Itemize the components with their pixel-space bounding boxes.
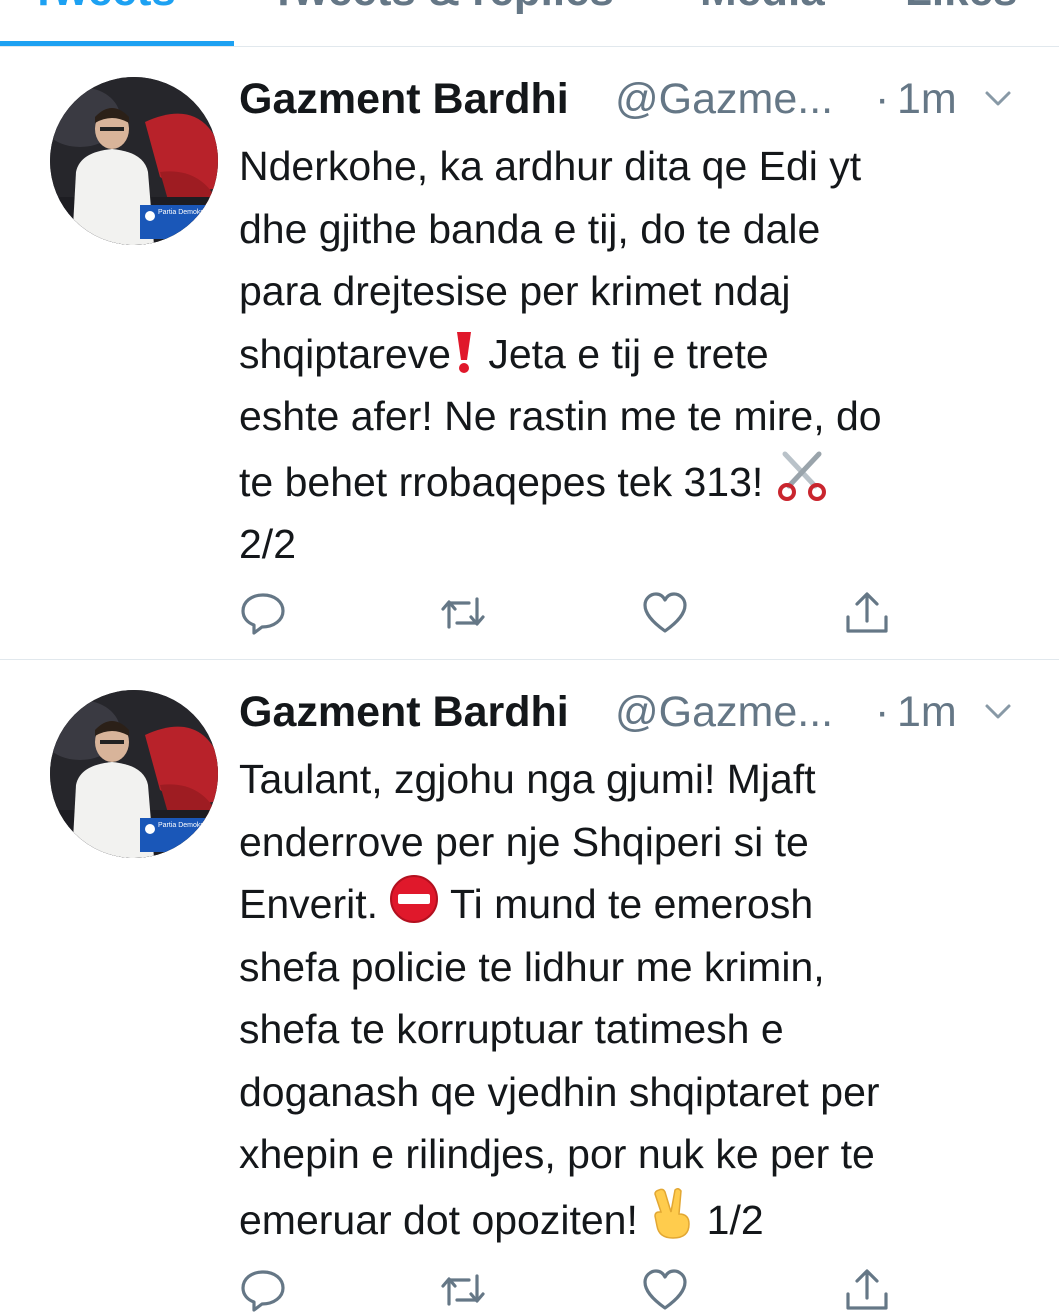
share-icon[interactable] [843,1266,891,1314]
tab-tweets[interactable]: Tweets [30,0,176,16]
separator-dot: · [875,75,890,123]
tweet-timestamp[interactable]: 1m [897,686,957,738]
retweet-icon[interactable] [439,589,487,637]
tweet[interactable]: Partia Demokratike Gazment Bardhi @Gazme… [0,660,1059,1312]
tweet-text: Nderkohe, ka ardhur dita qe Edi yt dhe g… [239,135,1029,576]
chevron-down-icon[interactable] [983,87,1013,111]
tweet-header: Gazment Bardhi @Gazme... · 1m [239,686,1029,742]
tweet-text-part: Ti mund te emerosh shefa policie te lidh… [239,881,880,1243]
avatar-badge-text: Partia Demokratike [158,822,218,829]
tweet-text: Taulant, zgjohu nga gjumi! Mjaft enderro… [239,748,1029,1251]
like-icon[interactable] [641,589,689,637]
tweet-header: Gazment Bardhi @Gazme... · 1m [239,73,1029,129]
profile-tab-bar: Tweets Tweets & replies Media Likes [0,0,1059,47]
author-handle[interactable]: @Gazme... [615,686,833,738]
share-icon[interactable] [843,589,891,637]
tab-media[interactable]: Media [700,0,825,16]
tweet-text-part: 1/2 [695,1196,764,1243]
tweet-timestamp[interactable]: 1m [897,73,957,125]
tweet[interactable]: Partia Demokratike Gazment Bardhi @Gazme… [0,47,1059,660]
reply-icon[interactable] [239,589,287,637]
retweet-icon[interactable] [439,1266,487,1314]
tab-tweets-and-replies[interactable]: Tweets & replies [270,0,614,16]
no-entry-emoji [390,875,439,923]
victory-hand-emoji [654,1187,691,1239]
avatar[interactable]: Partia Demokratike [50,77,218,245]
chevron-down-icon[interactable] [983,700,1013,724]
like-icon[interactable] [641,1266,689,1314]
active-tab-indicator [0,41,234,46]
reply-icon[interactable] [239,1266,287,1314]
tab-likes[interactable]: Likes [905,0,1018,16]
author-name[interactable]: Gazment Bardhi [239,686,569,738]
author-name[interactable]: Gazment Bardhi [239,73,569,125]
exclamation-mark-emoji [456,331,471,373]
tweet-actions [239,589,939,637]
scissors-emoji [777,451,826,501]
tweet-text-part: 2/2 [239,521,296,567]
separator-dot: · [875,688,890,736]
avatar[interactable]: Partia Demokratike [50,690,218,858]
author-handle[interactable]: @Gazme... [615,73,833,125]
avatar-badge-text: Partia Demokratike [158,209,218,216]
tweet-actions [239,1266,939,1314]
